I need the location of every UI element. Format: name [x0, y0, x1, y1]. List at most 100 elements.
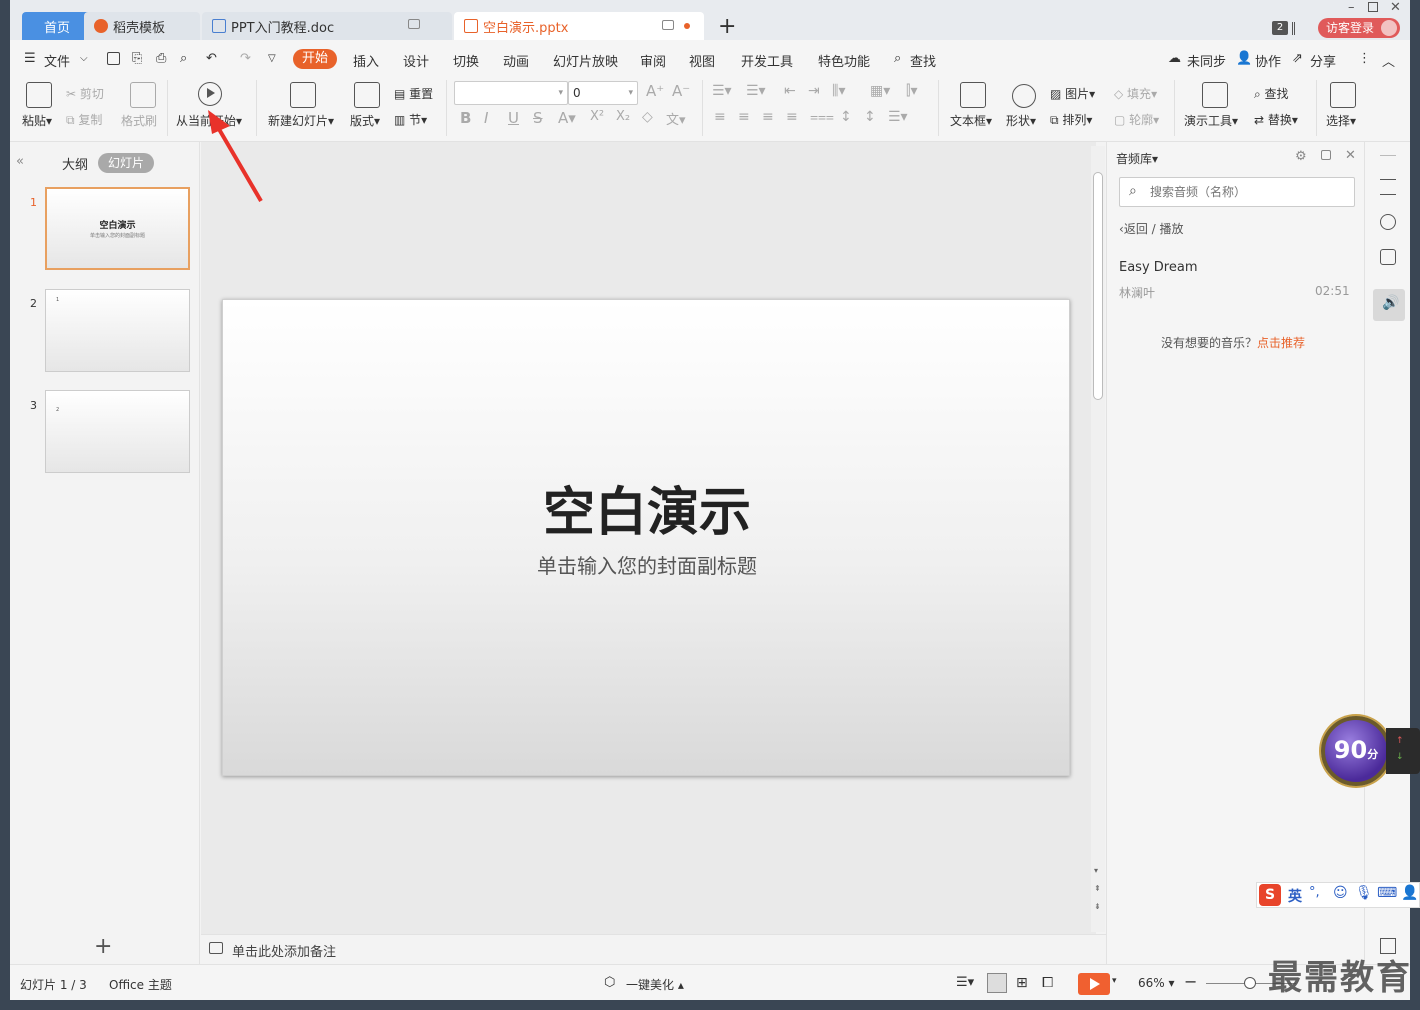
tab-template[interactable]: 稻壳模板: [84, 12, 200, 40]
sync-status[interactable]: 未同步: [1187, 51, 1226, 70]
play-circle-icon[interactable]: [198, 82, 222, 106]
zoom-out-icon[interactable]: −: [1184, 972, 1197, 991]
presentation-tools-icon[interactable]: [1202, 82, 1228, 108]
slides-tab[interactable]: 幻灯片: [98, 153, 154, 173]
more-icon[interactable]: ⋮: [1358, 51, 1371, 66]
justify-icon[interactable]: ≡: [786, 109, 798, 125]
copy-button[interactable]: ⧉ 复制: [66, 111, 102, 128]
next-slide-icon[interactable]: ⇟: [1094, 902, 1101, 911]
normal-view-icon[interactable]: [987, 973, 1007, 993]
scrollbar-thumb[interactable]: [1093, 172, 1103, 400]
increase-indent-icon[interactable]: ⇥: [808, 83, 820, 99]
new-slide-button[interactable]: 新建幻灯片▾: [268, 112, 334, 129]
score-widget[interactable]: 90分: [1321, 716, 1391, 786]
line-spacing-icon[interactable]: ↕: [840, 109, 852, 125]
back-link[interactable]: ‹返回: [1119, 222, 1148, 236]
audio-search-input[interactable]: [1150, 183, 1346, 201]
slide-thumbnail-3[interactable]: 2: [45, 390, 190, 473]
textbox-button[interactable]: 文本框▾: [950, 112, 992, 129]
menu-design[interactable]: 设计: [403, 51, 429, 70]
tab-active-pptx[interactable]: 空白演示.pptx: [454, 12, 704, 40]
slide-subtitle[interactable]: 单击输入您的封面副标题: [223, 550, 1071, 579]
paste-icon[interactable]: [26, 82, 52, 108]
format-painter-button[interactable]: 格式刷: [121, 112, 157, 129]
user-icon[interactable]: 👤: [1401, 885, 1418, 901]
arrange-button[interactable]: ⧉ 排列▾: [1050, 111, 1092, 128]
play-from-current-button[interactable]: 从当前开始▾: [176, 112, 242, 129]
italic-icon[interactable]: I: [484, 109, 488, 127]
recommend-link[interactable]: 点击推荐: [1257, 336, 1305, 350]
save-icon[interactable]: [107, 52, 120, 65]
emoji-icon[interactable]: ☺: [1333, 885, 1348, 901]
cut-button[interactable]: ✂ 剪切: [66, 85, 104, 102]
animation-star-icon[interactable]: [1380, 214, 1396, 230]
strikethrough-icon[interactable]: S: [533, 109, 543, 127]
sidebar-handle-icon[interactable]: [1380, 155, 1396, 156]
chevron-down-icon[interactable]: ▾: [1112, 976, 1117, 986]
lock-icon[interactable]: [1321, 150, 1331, 160]
outline-button[interactable]: ▢ 轮廓▾: [1114, 111, 1159, 128]
align-left-icon[interactable]: ≡: [714, 109, 726, 125]
notes-bar[interactable]: 单击此处添加备注: [201, 934, 1106, 964]
menu-find[interactable]: 查找: [910, 51, 936, 70]
align-right-icon[interactable]: ≡: [762, 109, 774, 125]
menu-developer[interactable]: 开发工具: [741, 51, 793, 70]
decrease-font-icon[interactable]: A⁻: [672, 82, 690, 100]
tab-home[interactable]: 首页: [22, 12, 92, 40]
vertical-scrollbar[interactable]: ▾ ⇞ ⇟: [1091, 146, 1105, 932]
punctuation-icon[interactable]: °,: [1309, 885, 1320, 900]
minimize-icon[interactable]: –: [1348, 0, 1355, 15]
print-icon[interactable]: ⎙: [156, 51, 166, 66]
slide-thumbnail-2[interactable]: 1: [45, 289, 190, 372]
collapse-ribbon-icon[interactable]: ︿: [1382, 51, 1395, 70]
shape-icon[interactable]: [1012, 84, 1036, 108]
slide-thumbnail-1[interactable]: 空白演示 单击输入您的封面副标题: [45, 187, 190, 270]
replace-button[interactable]: ⇄ 替换▾: [1254, 111, 1298, 128]
zoom-slider-thumb[interactable]: [1244, 977, 1256, 989]
close-panel-icon[interactable]: ✕: [1345, 148, 1356, 163]
undo-icon[interactable]: ↶: [206, 51, 217, 66]
search-icon[interactable]: ⌕: [894, 51, 901, 66]
text-direction-icon[interactable]: ⫼▾: [832, 83, 845, 99]
layout-icon[interactable]: [354, 82, 380, 108]
menu-animation[interactable]: 动画: [503, 51, 529, 70]
transition-icon[interactable]: [1380, 249, 1396, 265]
notes-placeholder[interactable]: 单击此处添加备注: [232, 941, 336, 960]
distribute-icon[interactable]: ⩶: [810, 109, 834, 125]
paragraph-spacing-icon[interactable]: ↕: [864, 109, 876, 125]
new-slide-icon[interactable]: [290, 82, 316, 108]
monitor-icon[interactable]: [662, 20, 674, 30]
paragraph-options-icon[interactable]: ☰▾: [888, 109, 908, 125]
microphone-icon[interactable]: 🎙: [1355, 885, 1373, 901]
collapse-panel-icon[interactable]: «: [16, 154, 24, 169]
share-icon[interactable]: ⇗: [1292, 51, 1303, 66]
slide-editing-canvas[interactable]: 空白演示 单击输入您的封面副标题: [201, 142, 1096, 934]
bullets-icon[interactable]: ☰▾: [712, 83, 732, 99]
audio-search-box[interactable]: ⌕: [1119, 177, 1355, 207]
underline-icon[interactable]: U: [508, 109, 519, 127]
format-painter-icon[interactable]: [130, 82, 156, 108]
maximize-icon[interactable]: [1368, 2, 1378, 12]
layout-button[interactable]: 版式▾: [350, 112, 380, 129]
settings-sliders-icon[interactable]: [1380, 179, 1396, 195]
menu-slideshow[interactable]: 幻灯片放映: [553, 51, 618, 70]
slide-title[interactable]: 空白演示: [223, 470, 1071, 545]
one-click-beautify[interactable]: 一键美化 ▴: [626, 976, 684, 993]
menu-transition[interactable]: 切换: [453, 51, 479, 70]
menu-view[interactable]: 视图: [689, 51, 715, 70]
menu-start[interactable]: 开始: [293, 49, 337, 69]
zoom-level[interactable]: 66% ▾: [1138, 976, 1175, 990]
share-button[interactable]: 分享: [1310, 51, 1336, 70]
quick-access-dropdown-icon[interactable]: ▽: [268, 53, 276, 64]
select-button[interactable]: 选择▾: [1326, 112, 1356, 129]
reading-view-icon[interactable]: ⧠: [1042, 975, 1053, 991]
user-icon[interactable]: 👤: [1236, 51, 1252, 66]
bold-icon[interactable]: B: [460, 109, 471, 127]
current-slide[interactable]: 空白演示 单击输入您的封面副标题: [222, 299, 1070, 776]
track-title[interactable]: Easy Dream: [1119, 260, 1197, 275]
superscript-icon[interactable]: X²: [590, 109, 604, 124]
outline-tab[interactable]: 大纲: [62, 154, 88, 173]
menu-review[interactable]: 审阅: [640, 51, 666, 70]
align-text-icon[interactable]: ⫿▾: [906, 83, 918, 99]
textbox-icon[interactable]: [960, 82, 986, 108]
